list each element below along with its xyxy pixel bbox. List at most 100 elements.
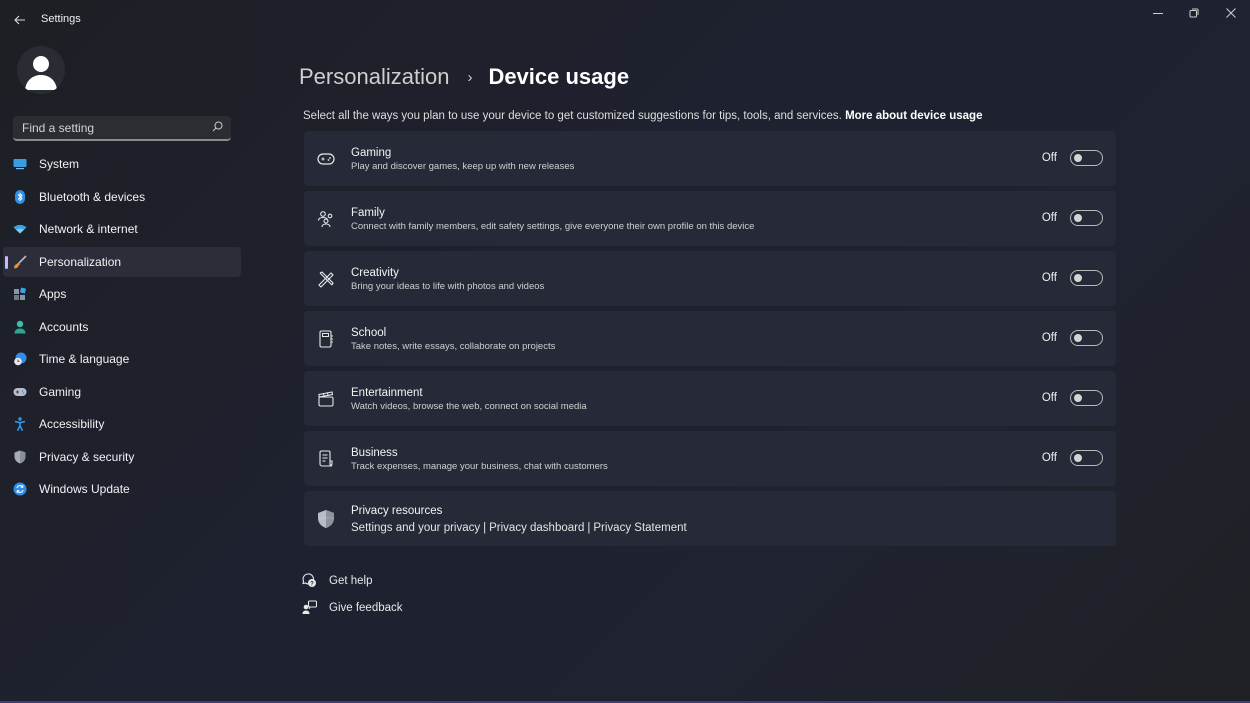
settings-and-your-privacy-link[interactable]: Settings and your privacy xyxy=(351,522,480,534)
sidebar-item-accounts[interactable]: Accounts xyxy=(3,312,241,342)
privacy-links: Settings and your privacy | Privacy dashbo… xyxy=(351,522,687,534)
privacy-resources-card: Privacy resources Settings and your priv… xyxy=(304,491,1116,546)
user-icon xyxy=(25,56,57,90)
option-business: Business Track expenses, manage your bus… xyxy=(304,431,1116,486)
get-help-link[interactable]: ? Get help xyxy=(302,572,403,589)
search-icon[interactable] xyxy=(212,121,223,135)
device-usage-list: Gaming Play and discover games, keep up … xyxy=(304,131,1116,546)
shield-icon xyxy=(13,450,27,464)
give-feedback-link[interactable]: Give feedback xyxy=(302,599,403,616)
accounts-icon xyxy=(13,320,27,334)
business-toggle[interactable] xyxy=(1070,450,1103,466)
family-icon xyxy=(316,209,336,229)
close-icon xyxy=(1226,8,1236,18)
notebook-icon xyxy=(316,329,336,349)
sidebar-item-personalization[interactable]: Personalization xyxy=(3,246,241,277)
restore-icon xyxy=(1189,8,1199,18)
back-arrow-icon xyxy=(14,15,25,25)
update-icon xyxy=(13,482,27,496)
clapperboard-icon xyxy=(316,389,336,409)
privacy-resources-title: Privacy resources xyxy=(351,505,443,517)
option-description: Connect with family members, edit safety… xyxy=(351,221,755,232)
toggle-state-label: Off xyxy=(1041,152,1057,164)
sidebar-item-privacy-security[interactable]: Privacy & security xyxy=(3,442,241,472)
more-about-device-usage-link[interactable]: More about device usage xyxy=(845,110,982,122)
sidebar-item-accessibility[interactable]: Accessibility xyxy=(3,409,241,439)
sidebar-item-bluetooth-devices[interactable]: Bluetooth & devices xyxy=(3,182,241,212)
toggle-knob xyxy=(1074,214,1082,222)
option-title: Business xyxy=(351,447,398,459)
page-title: Device usage xyxy=(488,64,630,89)
privacy-statement-link[interactable]: Privacy Statement xyxy=(593,522,686,534)
link-separator: | xyxy=(483,522,487,534)
creativity-toggle[interactable] xyxy=(1070,270,1103,286)
breadcrumb: Personalization › Device usage xyxy=(299,64,629,90)
option-title: School xyxy=(351,327,387,339)
privacy-dashboard-link[interactable]: Privacy dashboard xyxy=(489,522,584,534)
intro-text: Select all the ways you plan to use your… xyxy=(303,110,982,122)
toggle-knob xyxy=(1074,154,1082,162)
minimize-icon xyxy=(1153,13,1163,14)
svg-text:?: ? xyxy=(310,581,314,587)
toggle-state-label: Off xyxy=(1041,332,1057,344)
close-button[interactable] xyxy=(1212,0,1250,26)
option-title: Entertainment xyxy=(351,387,423,399)
sidebar-item-windows-update[interactable]: Windows Update xyxy=(3,474,241,504)
sidebar-item-system[interactable]: System xyxy=(3,149,241,179)
option-description: Watch videos, browse the web, connect on… xyxy=(351,401,587,412)
toggle-knob xyxy=(1074,274,1082,282)
avatar[interactable] xyxy=(17,46,65,94)
sidebar-nav: System Bluetooth & devices Network & int… xyxy=(3,149,241,507)
sidebar-item-apps[interactable]: Apps xyxy=(3,279,241,309)
school-toggle[interactable] xyxy=(1070,330,1103,346)
help-chat-icon: ? xyxy=(302,573,317,588)
accessibility-icon xyxy=(13,417,27,431)
time-language-icon xyxy=(13,352,27,366)
system-icon xyxy=(13,157,27,171)
help-section: ? Get help Give feedback xyxy=(302,572,403,626)
option-school: School Take notes, write essays, collabo… xyxy=(304,311,1116,366)
breadcrumb-parent-personalization[interactable]: Personalization xyxy=(299,64,449,90)
wifi-icon xyxy=(13,222,27,236)
option-description: Take notes, write essays, collaborate on… xyxy=(351,341,556,352)
toggle-knob xyxy=(1074,394,1082,402)
receipt-icon xyxy=(316,449,336,469)
toggle-state-label: Off xyxy=(1041,272,1057,284)
restore-button[interactable] xyxy=(1175,0,1213,26)
gamepad-icon xyxy=(13,385,27,399)
toggle-state-label: Off xyxy=(1041,452,1057,464)
option-entertainment: Entertainment Watch videos, browse the w… xyxy=(304,371,1116,426)
toggle-knob xyxy=(1074,454,1082,462)
toggle-state-label: Off xyxy=(1041,392,1057,404)
option-gaming: Gaming Play and discover games, keep up … xyxy=(304,131,1116,186)
option-family: Family Connect with family members, edit… xyxy=(304,191,1116,246)
back-button[interactable] xyxy=(10,10,30,30)
search-box[interactable] xyxy=(13,116,231,141)
pencil-ruler-icon xyxy=(316,269,336,289)
intro-description: Select all the ways you plan to use your… xyxy=(303,110,846,122)
family-toggle[interactable] xyxy=(1070,210,1103,226)
gamepad-icon xyxy=(316,149,336,169)
toggle-state-label: Off xyxy=(1041,212,1057,224)
option-description: Track expenses, manage your business, ch… xyxy=(351,461,608,472)
privacy-shield-icon xyxy=(316,509,336,529)
app-title: Settings xyxy=(41,13,81,25)
gaming-toggle[interactable] xyxy=(1070,150,1103,166)
search-input[interactable] xyxy=(13,116,231,139)
minimize-button[interactable] xyxy=(1139,0,1177,26)
option-description: Bring your ideas to life with photos and… xyxy=(351,281,545,292)
option-title: Gaming xyxy=(351,147,392,159)
title-bar: Settings xyxy=(0,0,1250,40)
option-title: Creativity xyxy=(351,267,399,279)
feedback-icon xyxy=(302,600,317,615)
option-creativity: Creativity Bring your ideas to life with… xyxy=(304,251,1116,306)
sidebar-item-network-internet[interactable]: Network & internet xyxy=(3,214,241,244)
breadcrumb-separator-icon: › xyxy=(467,68,473,86)
sidebar-item-gaming[interactable]: Gaming xyxy=(3,377,241,407)
sidebar-item-time-language[interactable]: Time & language xyxy=(3,344,241,374)
link-separator: | xyxy=(587,522,591,534)
option-title: Family xyxy=(351,207,385,219)
entertainment-toggle[interactable] xyxy=(1070,390,1103,406)
brush-icon xyxy=(13,254,27,269)
toggle-knob xyxy=(1074,334,1082,342)
